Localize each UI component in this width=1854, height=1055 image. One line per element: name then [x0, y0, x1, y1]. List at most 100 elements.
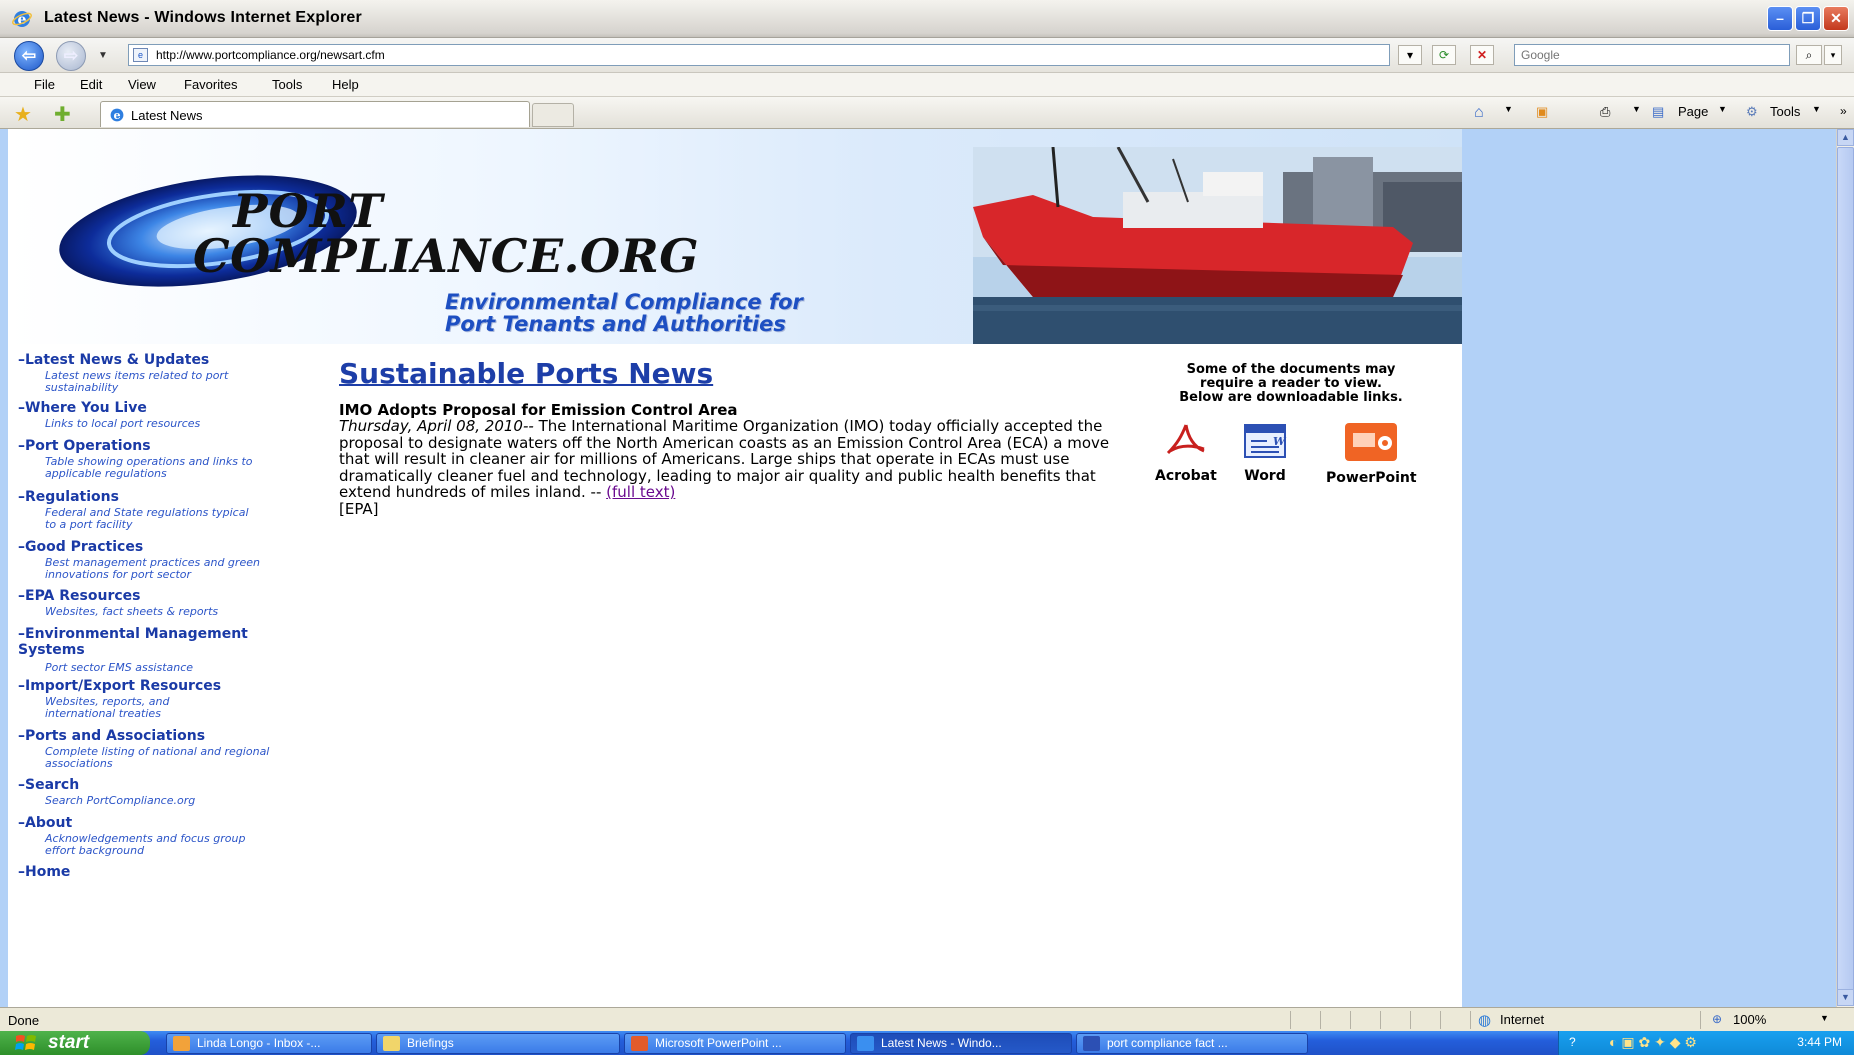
address-dropdown-button[interactable]: ▾	[1398, 45, 1422, 65]
restore-button[interactable]: ❐	[1795, 6, 1821, 31]
stop-button[interactable]: ✕	[1470, 45, 1494, 65]
tab-bar: ★ ✚ e Latest News ⌂ ▼ ▣ ⎙ ▼ ▤ Page ▼ ⚙ T…	[0, 97, 1854, 129]
menu-file[interactable]: File	[34, 77, 55, 92]
more-commands-icon[interactable]: »	[1840, 104, 1847, 118]
nav-description[interactable]: Complete listing of national and regiona…	[45, 746, 275, 770]
page-menu-button[interactable]: Page	[1678, 104, 1708, 119]
nav-item-environmental-management-systems: –Environmental Management Systems Port s…	[18, 626, 288, 674]
tab-latest-news[interactable]: e Latest News	[100, 101, 530, 127]
taskbar-item-latest-news[interactable]: Latest News - Windo...	[850, 1033, 1072, 1054]
powerpoint-icon	[631, 1036, 648, 1051]
nav-item-import-export: –Import/Export Resources Websites, repor…	[18, 678, 221, 720]
tools-menu-button[interactable]: Tools	[1770, 104, 1800, 119]
back-button[interactable]: ⇦	[14, 41, 44, 71]
nav-link[interactable]: –Where You Live	[18, 400, 200, 416]
search-icon[interactable]: ⌕	[1796, 45, 1822, 65]
zoom-level[interactable]: 100%	[1733, 1012, 1766, 1027]
nav-description[interactable]: Best management practices and green inno…	[45, 557, 275, 581]
home-icon[interactable]: ⌂	[1474, 104, 1484, 122]
nav-description[interactable]: Links to local port resources	[45, 418, 200, 430]
word-label[interactable]: Word	[1241, 468, 1289, 484]
powerpoint-download[interactable]: PowerPoint	[1326, 421, 1417, 486]
url-text[interactable]: http://www.portcompliance.org/newsart.cf…	[156, 48, 385, 62]
address-toolbar: ⇦ ⇨ ▼ e http://www.portcompliance.org/ne…	[0, 38, 1854, 73]
nav-description[interactable]: Websites, fact sheets & reports	[45, 606, 218, 618]
nav-link[interactable]: –Port Operations	[18, 438, 285, 454]
acrobat-download[interactable]: Acrobat	[1155, 421, 1217, 484]
home-dropdown-icon[interactable]: ▼	[1504, 104, 1513, 114]
security-zone[interactable]: Internet	[1500, 1012, 1544, 1027]
nav-link[interactable]: –Home	[18, 864, 70, 880]
nav-link[interactable]: –Good Practices	[18, 539, 275, 555]
nav-link[interactable]: –Latest News & Updates	[18, 352, 235, 368]
nav-description[interactable]: Latest news items related to port sustai…	[45, 370, 235, 394]
nav-link[interactable]: –About	[18, 815, 265, 831]
print-dropdown-icon[interactable]: ▼	[1632, 104, 1641, 114]
nav-item-good-practices: –Good Practices Best management practice…	[18, 539, 275, 581]
start-button[interactable]: start	[0, 1031, 150, 1055]
zoom-dropdown-icon[interactable]: ▼	[1820, 1013, 1829, 1023]
scroll-thumb[interactable]	[1837, 147, 1854, 999]
taskbar-item-word-doc[interactable]: port compliance fact ...	[1076, 1033, 1308, 1054]
acrobat-label[interactable]: Acrobat	[1155, 468, 1217, 484]
add-favorites-icon[interactable]: ✚	[54, 102, 71, 127]
nav-description[interactable]: Port sector EMS assistance	[45, 662, 288, 674]
nav-item-epa-resources: –EPA Resources Websites, fact sheets & r…	[18, 588, 218, 618]
favorites-center-icon[interactable]: ★	[14, 102, 32, 127]
search-box[interactable]	[1514, 44, 1790, 66]
close-button[interactable]: ✕	[1823, 6, 1849, 31]
search-input[interactable]	[1515, 45, 1789, 65]
page-dropdown-icon[interactable]: ▼	[1718, 104, 1727, 114]
vertical-scrollbar[interactable]: ▲ ▼	[1836, 129, 1854, 1007]
recent-pages-dropdown-icon[interactable]: ▼	[98, 50, 108, 61]
page-icon: ▤	[1652, 104, 1665, 119]
scroll-down-arrow-icon[interactable]: ▼	[1837, 989, 1854, 1006]
article-source: [EPA]	[339, 499, 379, 518]
nav-description[interactable]: Table showing operations and links to ap…	[45, 456, 285, 480]
window-title: Latest News - Windows Internet Explorer	[44, 9, 362, 26]
taskbar-item-inbox[interactable]: Linda Longo - Inbox -...	[166, 1033, 372, 1054]
nav-description[interactable]: Federal and State regulations typical to…	[45, 507, 255, 531]
gear-icon: ⚙	[1746, 104, 1758, 119]
powerpoint-label[interactable]: PowerPoint	[1326, 470, 1417, 486]
word-download[interactable]: W Word	[1241, 421, 1289, 484]
feeds-icon[interactable]: ▣	[1536, 104, 1548, 120]
tray-apps-icon[interactable]: ◐ ▣ ✿ ✦ ◆ ⚙	[1609, 1034, 1697, 1051]
nav-description[interactable]: Acknowledgements and focus group effort …	[45, 833, 265, 857]
mail-icon	[173, 1036, 190, 1051]
nav-description[interactable]: Websites, reports, and international tre…	[45, 696, 215, 720]
nav-link[interactable]: –EPA Resources	[18, 588, 218, 604]
nav-link[interactable]: –Environmental Management Systems	[18, 626, 288, 658]
nav-link[interactable]: –Search	[18, 777, 195, 793]
web-page: PORT COMPLIANCE.ORG Environmental Compli…	[8, 129, 1462, 1007]
folder-icon	[383, 1036, 400, 1051]
search-options-icon[interactable]: ▾	[1824, 45, 1842, 65]
nav-description[interactable]: Search PortCompliance.org	[45, 795, 195, 807]
address-field[interactable]: e http://www.portcompliance.org/newsart.…	[128, 44, 1390, 66]
forward-button[interactable]: ⇨	[56, 41, 86, 71]
help-icon[interactable]: ?	[1569, 1035, 1576, 1049]
globe-icon: ◍	[1478, 1012, 1492, 1029]
menu-favorites[interactable]: Favorites	[184, 77, 237, 92]
nav-item-home: –Home	[18, 864, 70, 880]
print-icon[interactable]: ⎙	[1600, 104, 1610, 120]
start-label: start	[48, 1032, 90, 1053]
menu-edit[interactable]: Edit	[80, 77, 102, 92]
internet-explorer-icon	[857, 1036, 874, 1051]
nav-item-ports-and-associations: –Ports and Associations Complete listing…	[18, 728, 275, 770]
nav-link[interactable]: –Regulations	[18, 489, 255, 505]
minimize-button[interactable]: –	[1767, 6, 1793, 31]
taskbar-item-briefings[interactable]: Briefings	[376, 1033, 620, 1054]
full-text-link[interactable]: (full text)	[606, 483, 675, 501]
taskbar-item-powerpoint[interactable]: Microsoft PowerPoint ...	[624, 1033, 846, 1054]
nav-link[interactable]: –Import/Export Resources	[18, 678, 221, 694]
tools-dropdown-icon[interactable]: ▼	[1812, 104, 1821, 114]
menu-help[interactable]: Help	[332, 77, 359, 92]
nav-link[interactable]: –Ports and Associations	[18, 728, 275, 744]
new-tab-button[interactable]	[532, 103, 574, 127]
menu-view[interactable]: View	[128, 77, 156, 92]
menu-tools[interactable]: Tools	[272, 77, 302, 92]
scroll-up-arrow-icon[interactable]: ▲	[1837, 129, 1854, 146]
site-tagline: Environmental Compliance for Port Tenant…	[445, 291, 803, 335]
refresh-button[interactable]: ⟳	[1432, 45, 1456, 65]
